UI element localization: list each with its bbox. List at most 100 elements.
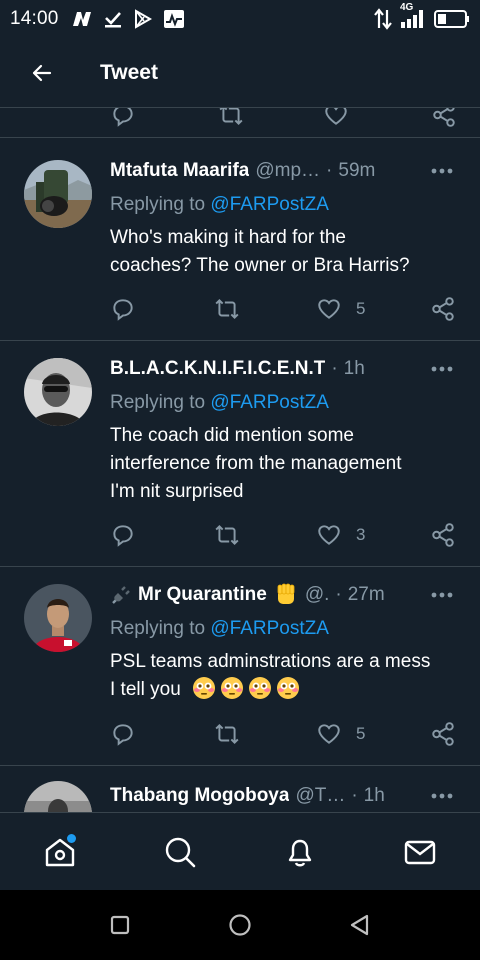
tweet-text: Who's making it hard for the coaches? Th… xyxy=(110,224,460,280)
avatar[interactable] xyxy=(24,358,92,426)
nav-notifications[interactable] xyxy=(270,822,330,882)
tweet-text-line: PSL teams adminstrations are a mess xyxy=(110,651,431,672)
retweet-button[interactable] xyxy=(214,520,240,550)
tweet-actions: 3 xyxy=(110,520,460,550)
display-name[interactable]: Mr Quarantine xyxy=(138,584,267,606)
like-count: 5 xyxy=(356,299,366,318)
tweet-text-line: coaches? The owner or Bra Harris? xyxy=(110,255,410,276)
replying-to-label: Replying to xyxy=(110,392,206,413)
share-icon xyxy=(432,523,454,547)
mention-link[interactable]: @FARPostZA xyxy=(210,194,329,215)
arrow-left-icon xyxy=(32,64,52,81)
reply-tweet[interactable]: B.L.A.C.K.N.I.F.I.C.E.N.T · 1h Replying … xyxy=(0,342,480,567)
display-name[interactable]: Mtafuta Maarifa xyxy=(110,160,249,182)
reply-button[interactable] xyxy=(110,294,136,324)
tweet-text-line: I tell you xyxy=(110,679,181,700)
square-icon xyxy=(110,915,130,935)
like-button[interactable]: 3 xyxy=(316,520,365,550)
more-horizontal-icon xyxy=(431,592,453,598)
like-button[interactable]: 5 xyxy=(316,719,365,749)
mention-link[interactable]: @FARPostZA xyxy=(210,392,329,413)
reply-tweet[interactable]: Thabang Mogoboya @T… · 1h xyxy=(0,767,480,812)
replying-to-label: Replying to xyxy=(110,194,206,215)
heart-icon xyxy=(318,299,340,319)
status-system-icons: 4G xyxy=(374,2,470,30)
tweet-text-line: I'm nit surprised xyxy=(110,481,244,502)
raised-fist-icon xyxy=(273,582,299,608)
share-icon[interactable] xyxy=(431,108,457,133)
nav-messages[interactable] xyxy=(390,822,450,882)
avatar[interactable] xyxy=(24,584,92,652)
retweet-icon[interactable] xyxy=(218,108,244,133)
tweet-text-line: interference from the management xyxy=(110,453,402,474)
battery-icon xyxy=(434,10,470,28)
flushed-face-icon xyxy=(277,677,300,699)
status-time: 14:00 xyxy=(10,8,59,29)
back-system-button[interactable] xyxy=(335,900,385,950)
nav-search[interactable] xyxy=(150,822,210,882)
avatar[interactable] xyxy=(24,160,92,228)
share-button[interactable] xyxy=(430,719,456,749)
retweet-icon xyxy=(215,723,239,745)
tweet-header: Mtafuta Maarifa @mp… · 59m xyxy=(110,158,390,184)
status-notification-icons xyxy=(71,9,185,29)
heart-icon xyxy=(318,724,340,744)
more-options-button[interactable] xyxy=(430,356,454,382)
top-app-bar: Tweet xyxy=(0,38,480,108)
more-options-button[interactable] xyxy=(430,582,454,608)
share-icon xyxy=(432,297,454,321)
like-button[interactable]: 5 xyxy=(316,294,365,324)
flushed-face-icon xyxy=(249,677,272,699)
display-name[interactable]: B.L.A.C.K.N.I.F.I.C.E.N.T xyxy=(110,358,325,380)
mention-link[interactable]: @FARPostZA xyxy=(210,618,329,639)
home-system-button[interactable] xyxy=(215,900,265,950)
replies-feed[interactable]: Mtafuta Maarifa @mp… · 59m Replying to @… xyxy=(0,108,480,812)
reply-tweet[interactable]: Mtafuta Maarifa @mp… · 59m Replying to @… xyxy=(0,142,480,341)
like-count: 3 xyxy=(356,525,366,544)
status-bar: 14:00 4G xyxy=(0,0,480,38)
replying-to: Replying to @FARPostZA xyxy=(110,392,329,414)
bottom-navigation xyxy=(0,812,480,890)
username: @. xyxy=(304,584,330,605)
like-count: 5 xyxy=(356,724,366,743)
reply-button[interactable] xyxy=(110,719,136,749)
back-button[interactable] xyxy=(22,53,62,93)
more-options-button[interactable] xyxy=(430,158,454,184)
retweet-button[interactable] xyxy=(214,294,240,324)
search-icon xyxy=(165,837,196,867)
circle-icon xyxy=(229,914,251,936)
news-app-icon xyxy=(71,10,93,28)
more-horizontal-icon xyxy=(431,793,453,799)
flushed-face-icon xyxy=(221,677,244,699)
reply-icon xyxy=(113,299,133,321)
play-store-icon xyxy=(133,9,153,29)
reply-button[interactable] xyxy=(110,520,136,550)
tweet-header: B.L.A.C.K.N.I.F.I.C.E.N.T · 1h xyxy=(110,356,390,382)
tweet-text: The coach did mention some interference … xyxy=(110,422,460,506)
timestamp: 27m xyxy=(347,584,385,605)
plug-icon xyxy=(110,584,132,606)
more-options-button[interactable] xyxy=(430,783,454,809)
separator: · xyxy=(331,358,338,379)
timestamp: 59m xyxy=(338,160,376,181)
share-button[interactable] xyxy=(430,520,456,550)
reply-tweet[interactable]: Mr Quarantine @. · 27m Replying to @FARP… xyxy=(0,568,480,766)
heart-icon xyxy=(318,525,340,545)
bell-icon xyxy=(288,839,312,866)
flushed-face-emojis xyxy=(192,677,304,700)
page-title: Tweet xyxy=(100,60,158,84)
more-horizontal-icon xyxy=(431,366,453,372)
replying-to-label: Replying to xyxy=(110,618,206,639)
tweet-actions: 5 xyxy=(110,294,460,324)
replying-to: Replying to @FARPostZA xyxy=(110,618,329,640)
nav-home[interactable] xyxy=(30,822,90,882)
share-button[interactable] xyxy=(430,294,456,324)
heart-icon[interactable] xyxy=(323,108,349,133)
reply-icon[interactable] xyxy=(110,108,136,133)
avatar[interactable] xyxy=(24,781,92,812)
data-transfer-icon xyxy=(374,8,392,30)
recents-button[interactable] xyxy=(95,900,145,950)
retweet-button[interactable] xyxy=(214,719,240,749)
display-name[interactable]: Thabang Mogoboya xyxy=(110,785,289,807)
timestamp: 1h xyxy=(343,358,365,379)
